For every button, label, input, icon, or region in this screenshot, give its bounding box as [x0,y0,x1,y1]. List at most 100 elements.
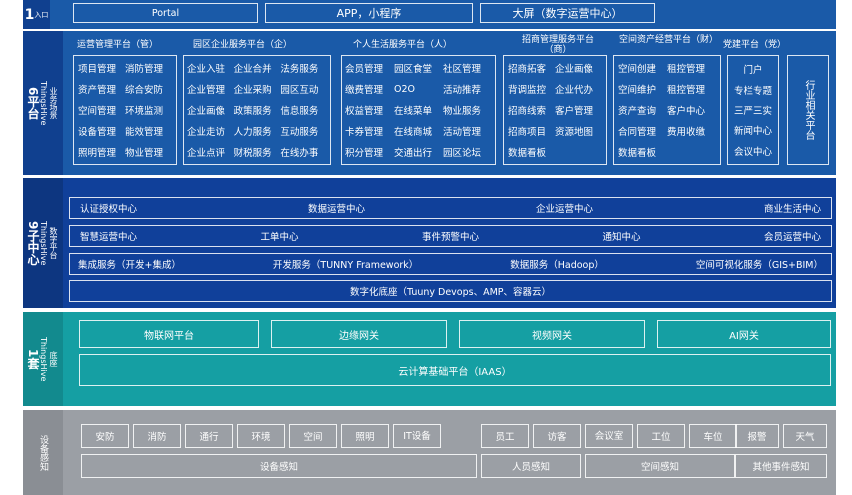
center-item[interactable]: 通知中心 [602,229,640,243]
gateway-video[interactable]: 视频网关 [459,320,645,348]
device-item[interactable]: 消防 [133,424,181,448]
platform-item[interactable]: 企业合并 [234,61,272,75]
platform-item[interactable]: 租控管理 [667,82,705,96]
center-item[interactable]: 商业生活中心 [764,201,821,215]
platform-item[interactable]: 财税服务 [234,145,272,159]
device-item[interactable]: 安防 [81,424,129,448]
service-item[interactable]: 集成服务（开发+集成） [78,257,181,271]
device-item[interactable]: 照明 [341,424,389,448]
device-item[interactable]: 员工 [481,424,529,448]
platform-item[interactable]: 活动推荐 [443,82,481,96]
platform-item[interactable]: 项目管理 [78,61,116,75]
platform-item[interactable]: 招商项目 [508,124,546,138]
platform-investment[interactable]: 招商拓客 企业画像 背调监控 企业代办 招商线索 客户管理 招商项目 资源地图 … [503,55,607,165]
platform-item[interactable]: 空间维护 [618,82,656,96]
platform-item[interactable]: 客户管理 [555,103,593,117]
platform-item[interactable]: 交通出行 [394,145,432,159]
center-item[interactable]: 企业运营中心 [536,201,593,215]
service-item[interactable]: 数据服务（Hadoop） [510,257,604,271]
service-item[interactable]: 开发服务（TUNNY Framework） [273,257,418,271]
platform-item[interactable]: 政策服务 [234,103,272,117]
platform-item[interactable]: 招商拓客 [508,61,546,75]
platform-enterprise[interactable]: 企业入驻 企业合并 法务服务 企业管理 企业采购 园区互动 企业画像 政策服务 … [183,55,331,165]
device-item[interactable]: 天气 [783,424,827,448]
digital-base[interactable]: 数字化底座（Tuuny Devops、AMP、容器云） [69,280,832,302]
platform-item[interactable]: 在线办事 [280,145,318,159]
gateway-ai[interactable]: AI网关 [657,320,831,348]
platform-personal[interactable]: 会员管理 园区食堂 社区管理 缴费管理 O2O 活动推荐 权益管理 在线菜单 物… [341,55,496,165]
platform-item[interactable]: 门户 [743,62,762,76]
platform-item[interactable]: 在线商城 [394,124,432,138]
device-item[interactable]: 会议室 [585,424,633,448]
platform-asset[interactable]: 空间创建 租控管理 空间维护 租控管理 资产查询 客户中心 合同管理 费用收缴 … [613,55,721,165]
platform-item[interactable]: 三严三实 [734,103,772,117]
platform-item[interactable]: 设备管理 [78,124,116,138]
platform-item[interactable]: 资产管理 [78,82,116,96]
platform-item[interactable]: 信息服务 [280,103,318,117]
platform-item[interactable]: 物业管理 [125,145,163,159]
platform-item[interactable]: 数据看板 [618,145,656,159]
platform-item[interactable]: 园区论坛 [443,145,481,159]
center-item[interactable]: 智慧运营中心 [80,229,137,243]
gateway-iot[interactable]: 物联网平台 [79,320,259,348]
platform-item[interactable]: 会员管理 [345,61,383,75]
entry-portal[interactable]: Portal [73,3,258,23]
platform-item[interactable]: 消防管理 [125,61,163,75]
platform-item[interactable]: 企业画像 [555,61,593,75]
platform-item[interactable]: O2O [394,84,415,95]
center-item[interactable]: 事件预警中心 [422,229,479,243]
platform-item[interactable]: 背调监控 [508,82,546,96]
platform-item[interactable]: 法务服务 [280,61,318,75]
platform-item[interactable]: 缴费管理 [345,82,383,96]
device-item[interactable]: IT设备 [393,424,441,448]
sense-group-space[interactable]: 空间感知 [585,454,735,478]
platform-item[interactable]: 卡券管理 [345,124,383,138]
entry-bigscreen[interactable]: 大屏（数字运营中心） [480,3,655,23]
platform-item[interactable]: 园区互动 [280,82,318,96]
platform-item[interactable]: 招商线索 [508,103,546,117]
entry-app[interactable]: APP，小程序 [265,3,473,23]
platform-item[interactable]: 企业走访 [187,124,225,138]
platform-item[interactable]: 资源地图 [555,124,593,138]
platform-item[interactable]: 会议中心 [734,144,772,158]
platform-item[interactable]: 企业采购 [234,82,272,96]
center-item[interactable]: 工单中心 [260,229,298,243]
platform-item[interactable]: 专栏专题 [734,83,772,97]
platform-item[interactable]: 照明管理 [78,145,116,159]
platform-item[interactable]: 物业服务 [443,103,481,117]
platform-industry[interactable]: 行业相关平台 [787,55,829,165]
platform-item[interactable]: 环境监测 [125,103,163,117]
center-item[interactable]: 数据运营中心 [308,201,365,215]
platform-item[interactable]: 社区管理 [443,61,481,75]
device-item[interactable]: 通行 [185,424,233,448]
platform-item[interactable]: 在线菜单 [394,103,432,117]
platform-item[interactable]: 权益管理 [345,103,383,117]
center-item[interactable]: 认证授权中心 [80,201,137,215]
service-item[interactable]: 空间可视化服务（GIS+BIM） [696,257,823,271]
platform-item[interactable]: 空间管理 [78,103,116,117]
platform-item[interactable]: 合同管理 [618,124,656,138]
platform-item[interactable]: 企业点评 [187,145,225,159]
platform-item[interactable]: 空间创建 [618,61,656,75]
platform-item[interactable]: 园区食堂 [394,61,432,75]
platform-item[interactable]: 能效管理 [125,124,163,138]
device-item[interactable]: 环境 [237,424,285,448]
platform-item[interactable]: 客户中心 [667,103,705,117]
center-item[interactable]: 会员运营中心 [764,229,821,243]
platform-item[interactable]: 企业代办 [555,82,593,96]
cloud-platform[interactable]: 云计算基础平台（IAAS） [79,354,831,386]
gateway-edge[interactable]: 边缘网关 [271,320,447,348]
platform-item[interactable]: 费用收缴 [667,124,705,138]
platform-item[interactable]: 积分管理 [345,145,383,159]
device-item[interactable]: 工位 [637,424,685,448]
platform-item[interactable]: 企业管理 [187,82,225,96]
platform-item[interactable]: 互动服务 [280,124,318,138]
device-item[interactable]: 报警 [735,424,779,448]
platform-item[interactable]: 活动管理 [443,124,481,138]
platform-item[interactable]: 人力服务 [234,124,272,138]
sense-group-people[interactable]: 人员感知 [481,454,581,478]
device-item[interactable]: 空间 [289,424,337,448]
sense-group-device[interactable]: 设备感知 [81,454,477,478]
platform-item[interactable]: 租控管理 [667,61,705,75]
platform-item[interactable]: 新闻中心 [734,123,772,137]
